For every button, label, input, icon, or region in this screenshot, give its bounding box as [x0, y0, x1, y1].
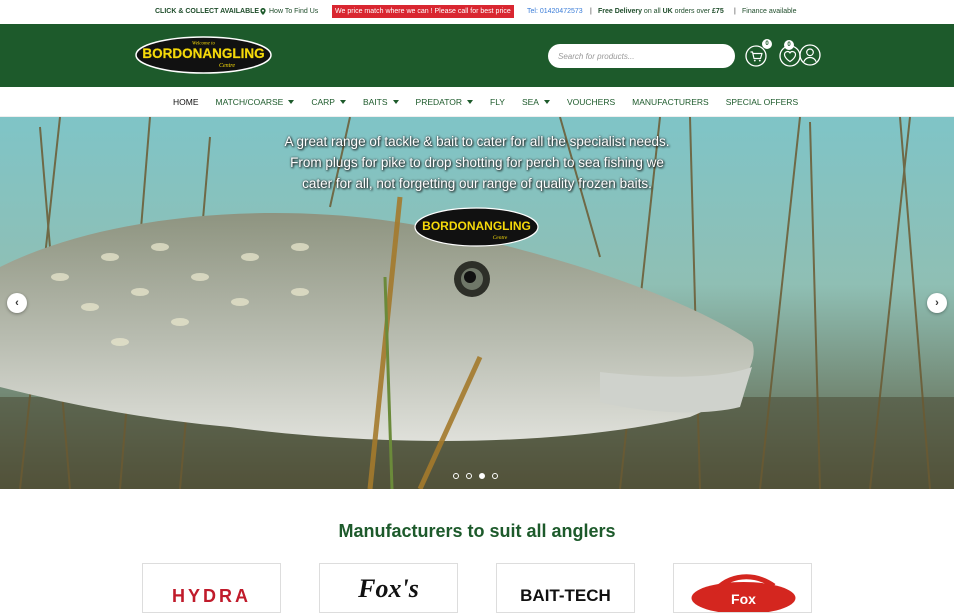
separator: | — [590, 8, 592, 15]
hero-caption: A great range of tackle & bait to cater … — [0, 131, 954, 194]
brand-logo-fox: Fox — [691, 574, 796, 612]
hero-logo-main-text: BORDONANGLING — [422, 219, 531, 233]
site-logo[interactable]: Welcome to BORDONANGLING Centre — [135, 36, 272, 74]
find-us-label: How To Find Us — [269, 8, 319, 15]
chevron-down-icon — [392, 100, 399, 104]
logo-main-text: BORDONANGLING — [142, 46, 264, 61]
nav-item-predator[interactable]: PREDATOR — [416, 97, 473, 107]
price-match-banner: We price match where we can ! Please cal… — [332, 5, 514, 18]
brand-logo-fox-text: Fox — [731, 591, 756, 607]
account-icon[interactable] — [799, 44, 821, 66]
brand-card-hydra[interactable]: HYDRA — [142, 563, 281, 613]
finance-link[interactable]: Finance available — [742, 8, 796, 15]
nav-item-baits[interactable]: BAITS — [363, 97, 399, 107]
nav-item-match-coarse[interactable]: MATCH/COARSE — [216, 97, 295, 107]
slider-next-button[interactable]: › — [927, 293, 947, 313]
chevron-down-icon — [543, 100, 550, 104]
phone-link[interactable]: Tel: 01420472573 — [527, 8, 583, 15]
map-pin-icon — [260, 8, 266, 15]
hero-line-2: From plugs for pike to drop shotting for… — [290, 155, 664, 170]
slider-dots — [453, 473, 498, 479]
nav-item-fly[interactable]: FLY — [490, 97, 505, 107]
chevron-down-icon — [339, 100, 346, 104]
logo-sub-text: Centre — [219, 63, 235, 69]
nav-item-special-offers[interactable]: SPECIAL OFFERS — [726, 97, 798, 107]
brand-card-bait-tech[interactable]: BAIT-TECH — [496, 563, 635, 613]
hero-logo: BORDONANGLING Centre — [414, 207, 539, 247]
hero-slider[interactable]: A great range of tackle & bait to cater … — [0, 117, 954, 489]
find-us-link[interactable]: How To Find Us — [260, 8, 318, 15]
nav-item-carp[interactable]: CARP — [311, 97, 346, 107]
hero-logo-sub-text: Centre — [493, 235, 508, 241]
top-bar: CLICK & COLLECT AVAILABLE How To Find Us… — [0, 0, 954, 24]
nav-item-vouchers[interactable]: VOUCHERS — [567, 97, 615, 107]
click-collect-text: CLICK & COLLECT AVAILABLE — [155, 8, 260, 15]
slider-dot-1[interactable] — [453, 473, 459, 479]
chevron-right-icon: › — [935, 297, 939, 309]
nav-item-home[interactable]: HOME — [173, 97, 199, 107]
cart-count-badge: 0 — [762, 39, 772, 49]
site-header: Welcome to BORDONANGLING Centre 0 0 — [0, 24, 954, 87]
nav-list: HOME MATCH/COARSE CARP BAITS PREDATOR FL… — [173, 97, 815, 107]
brand-card-foxs[interactable]: Fox's — [319, 563, 458, 613]
nav-item-sea[interactable]: SEA — [522, 97, 550, 107]
brand-logo-bait-tech: BAIT-TECH — [520, 586, 611, 605]
slider-dot-3[interactable] — [479, 473, 485, 479]
hero-line-3: cater for all, not forgetting our range … — [302, 176, 652, 191]
chevron-left-icon: ‹ — [15, 297, 19, 309]
free-delivery-text: Free Delivery on all UK orders over £75 — [598, 8, 724, 15]
search-input[interactable] — [548, 44, 735, 68]
nav-item-manufacturers[interactable]: MANUFACTURERS — [632, 97, 709, 107]
slider-dot-2[interactable] — [466, 473, 472, 479]
main-nav: HOME MATCH/COARSE CARP BAITS PREDATOR FL… — [0, 87, 954, 117]
brand-card-fox[interactable]: Fox — [673, 563, 812, 613]
slider-prev-button[interactable]: ‹ — [7, 293, 27, 313]
manufacturers-heading: Manufacturers to suit all anglers — [338, 521, 616, 541]
chevron-down-icon — [467, 100, 473, 104]
chevron-down-icon — [288, 100, 295, 104]
hero-line-1: A great range of tackle & bait to cater … — [284, 134, 670, 149]
brand-logo-hydra: HYDRA — [171, 586, 251, 606]
separator: | — [734, 8, 736, 15]
slider-dot-4[interactable] — [492, 473, 498, 479]
wishlist-count-badge: 0 — [784, 40, 794, 50]
